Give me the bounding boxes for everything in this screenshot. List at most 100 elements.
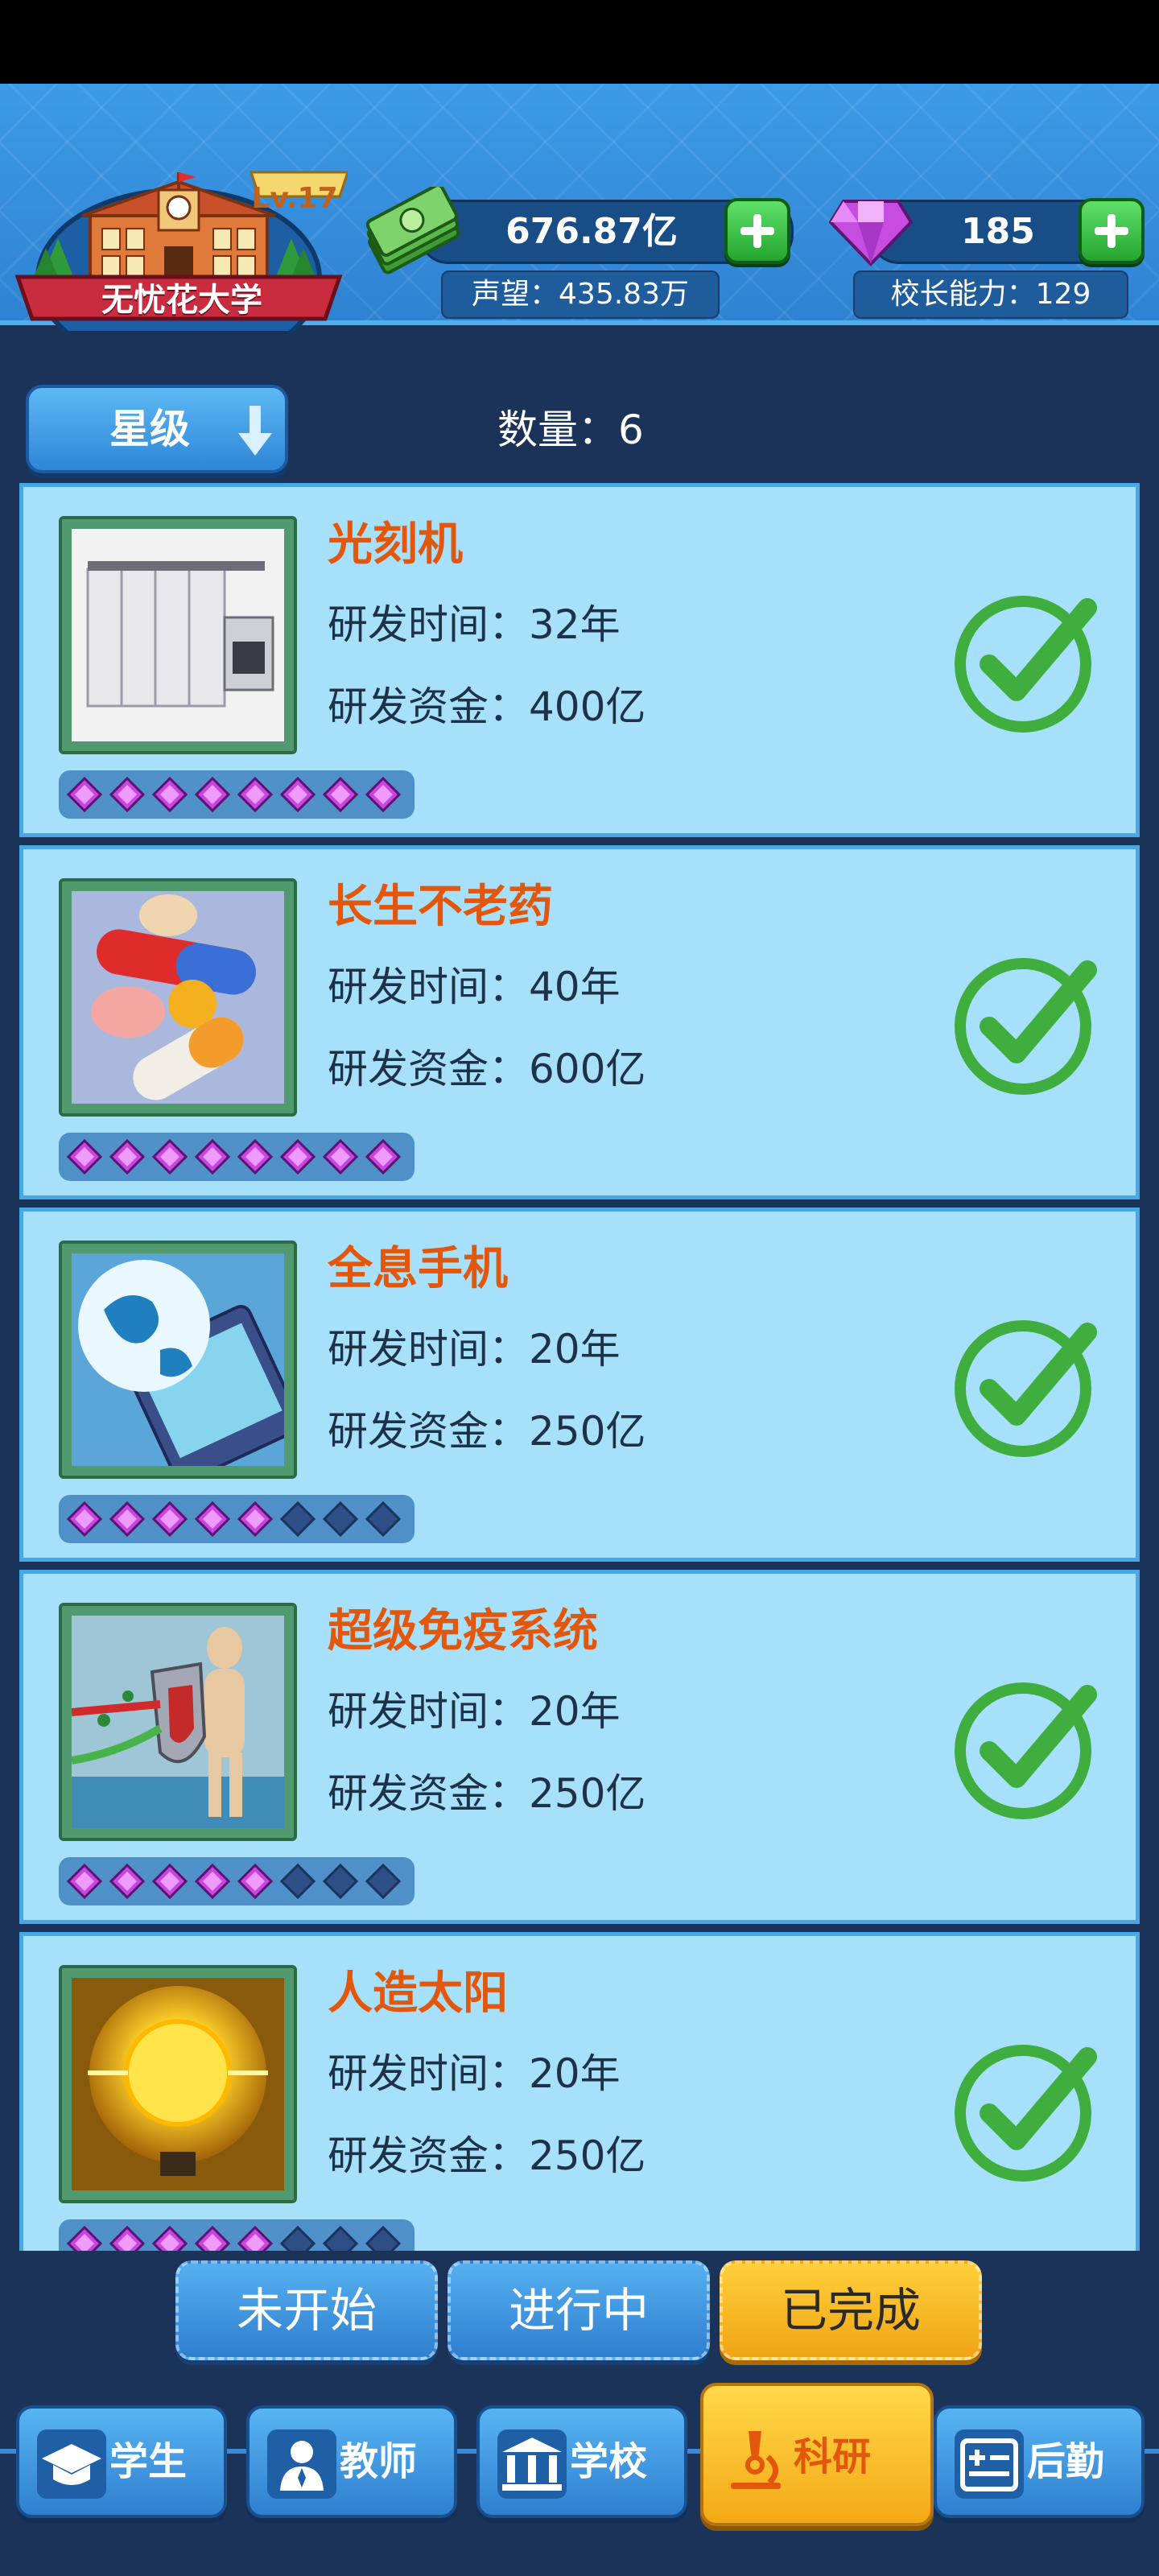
nav-logistics[interactable]: 后勤 (934, 2405, 1145, 2518)
nav-teachers[interactable]: 教师 (246, 2405, 457, 2518)
filled-diamond-icon (365, 777, 401, 812)
reputation-stat: 声望：435.83万 (441, 270, 720, 319)
star-rating (59, 1857, 415, 1905)
filled-diamond-icon (195, 1864, 230, 1899)
microscope-icon (731, 2431, 781, 2489)
filled-diamond-icon (109, 1501, 145, 1537)
nav-school[interactable]: 学校 (476, 2405, 687, 2518)
nav-label: 科研 (794, 2434, 872, 2479)
completed-check-icon (955, 958, 1097, 1095)
logistics-icon (955, 2429, 1024, 2499)
lithography-machine-icon (72, 529, 284, 741)
star-rating (59, 1133, 415, 1181)
filled-diamond-icon (152, 1139, 188, 1174)
artificial-sun-icon (72, 1978, 284, 2190)
principal-ability-stat: 校长能力：129 (853, 270, 1128, 319)
filled-diamond-icon (195, 1501, 230, 1537)
filled-diamond-icon (195, 2226, 230, 2251)
add-money-button[interactable] (724, 198, 790, 264)
filled-diamond-icon (195, 1139, 230, 1174)
filled-diamond-icon (109, 2226, 145, 2251)
filled-diamond-icon (237, 1139, 273, 1174)
item-thumbnail-frame (59, 1965, 297, 2203)
arrow-down-icon (238, 406, 272, 456)
filled-diamond-icon (237, 1501, 273, 1537)
cash-stack-icon (365, 187, 460, 275)
research-time: 研发时间：20年 (328, 1688, 621, 1735)
nav-students[interactable]: 学生 (16, 2405, 227, 2518)
filled-diamond-icon (67, 1139, 102, 1174)
completed-check-icon (955, 1320, 1097, 1457)
holographic-phone-icon (72, 1253, 284, 1466)
filled-diamond-icon (67, 2226, 102, 2251)
filled-diamond-icon (237, 2226, 273, 2251)
nav-label: 后勤 (1027, 2439, 1105, 2484)
empty-diamond-icon (280, 1864, 316, 1899)
research-card[interactable]: 光刻机 研发时间：32年 研发资金：400亿 (19, 483, 1140, 837)
pills-icon (72, 891, 284, 1104)
research-funds: 研发资金：250亿 (328, 1408, 646, 1455)
nav-research[interactable]: 科研 (700, 2383, 934, 2526)
research-list[interactable]: 光刻机 研发时间：32年 研发资金：400亿 长生不老药 研发时间：40年 研发… (0, 483, 1159, 2251)
gem-value: 185 (961, 211, 1035, 252)
filled-diamond-icon (152, 777, 188, 812)
star-rating (59, 1495, 415, 1543)
research-card[interactable]: 超级免疫系统 研发时间：20年 研发资金：250亿 (19, 1570, 1140, 1924)
empty-diamond-icon (365, 2226, 401, 2251)
filled-diamond-icon (280, 1139, 316, 1174)
research-time: 研发时间：32年 (328, 601, 621, 648)
research-title: 长生不老药 (328, 881, 553, 933)
research-funds: 研发资金：250亿 (328, 2132, 646, 2179)
completed-check-icon (955, 2045, 1097, 2182)
empty-diamond-icon (323, 2226, 358, 2251)
research-card[interactable]: 全息手机 研发时间：20年 研发资金：250亿 (19, 1208, 1140, 1562)
empty-diamond-icon (280, 1501, 316, 1537)
filled-diamond-icon (195, 777, 230, 812)
completed-check-icon (955, 596, 1097, 733)
research-time: 研发时间：40年 (328, 964, 621, 1010)
empty-diamond-icon (365, 1501, 401, 1537)
nav-label: 学生 (109, 2439, 188, 2484)
sort-by-stars-button[interactable]: 星级 (26, 385, 288, 473)
research-title: 超级免疫系统 (328, 1605, 598, 1657)
research-card[interactable]: 人造太阳 研发时间：20年 研发资金：250亿 (19, 1932, 1140, 2251)
research-funds: 研发资金：250亿 (328, 1770, 646, 1817)
filled-diamond-icon (152, 1501, 188, 1537)
graduation-cap-icon (37, 2429, 106, 2499)
item-thumbnail-frame (59, 878, 297, 1117)
research-funds: 研发资金：600亿 (328, 1046, 646, 1092)
nav-label: 教师 (340, 2439, 418, 2484)
filled-diamond-icon (67, 1501, 102, 1537)
item-count: 数量：6 (497, 407, 644, 453)
research-funds: 研发资金：400亿 (328, 683, 646, 730)
immune-shield-icon (72, 1616, 284, 1828)
tab-completed[interactable]: 已完成 (720, 2260, 982, 2360)
teacher-icon (267, 2429, 336, 2499)
school-level-badge: Lv.17 (251, 182, 338, 215)
item-thumbnail-frame (59, 1603, 297, 1841)
sort-label: 星级 (109, 406, 190, 452)
tab-not-started[interactable]: 未开始 (175, 2260, 438, 2360)
research-time: 研发时间：20年 (328, 2050, 621, 2097)
school-building-icon (497, 2429, 567, 2499)
empty-diamond-icon (365, 1864, 401, 1899)
star-rating (59, 770, 415, 819)
filled-diamond-icon (152, 2226, 188, 2251)
filled-diamond-icon (67, 777, 102, 812)
filled-diamond-icon (323, 1139, 358, 1174)
purple-gem-icon (829, 200, 913, 266)
completed-check-icon (955, 1682, 1097, 1819)
filled-diamond-icon (365, 1139, 401, 1174)
empty-diamond-icon (280, 2226, 316, 2251)
add-gems-button[interactable] (1079, 198, 1145, 264)
filled-diamond-icon (323, 777, 358, 812)
filled-diamond-icon (109, 1139, 145, 1174)
filled-diamond-icon (237, 1864, 273, 1899)
research-title: 人造太阳 (328, 1967, 508, 2020)
nav-label: 学校 (570, 2439, 648, 2484)
school-name: 无忧花大学 (101, 282, 262, 319)
tab-in-progress[interactable]: 进行中 (448, 2260, 710, 2360)
research-card[interactable]: 长生不老药 研发时间：40年 研发资金：600亿 (19, 845, 1140, 1199)
filled-diamond-icon (109, 1864, 145, 1899)
star-rating (59, 2219, 415, 2251)
